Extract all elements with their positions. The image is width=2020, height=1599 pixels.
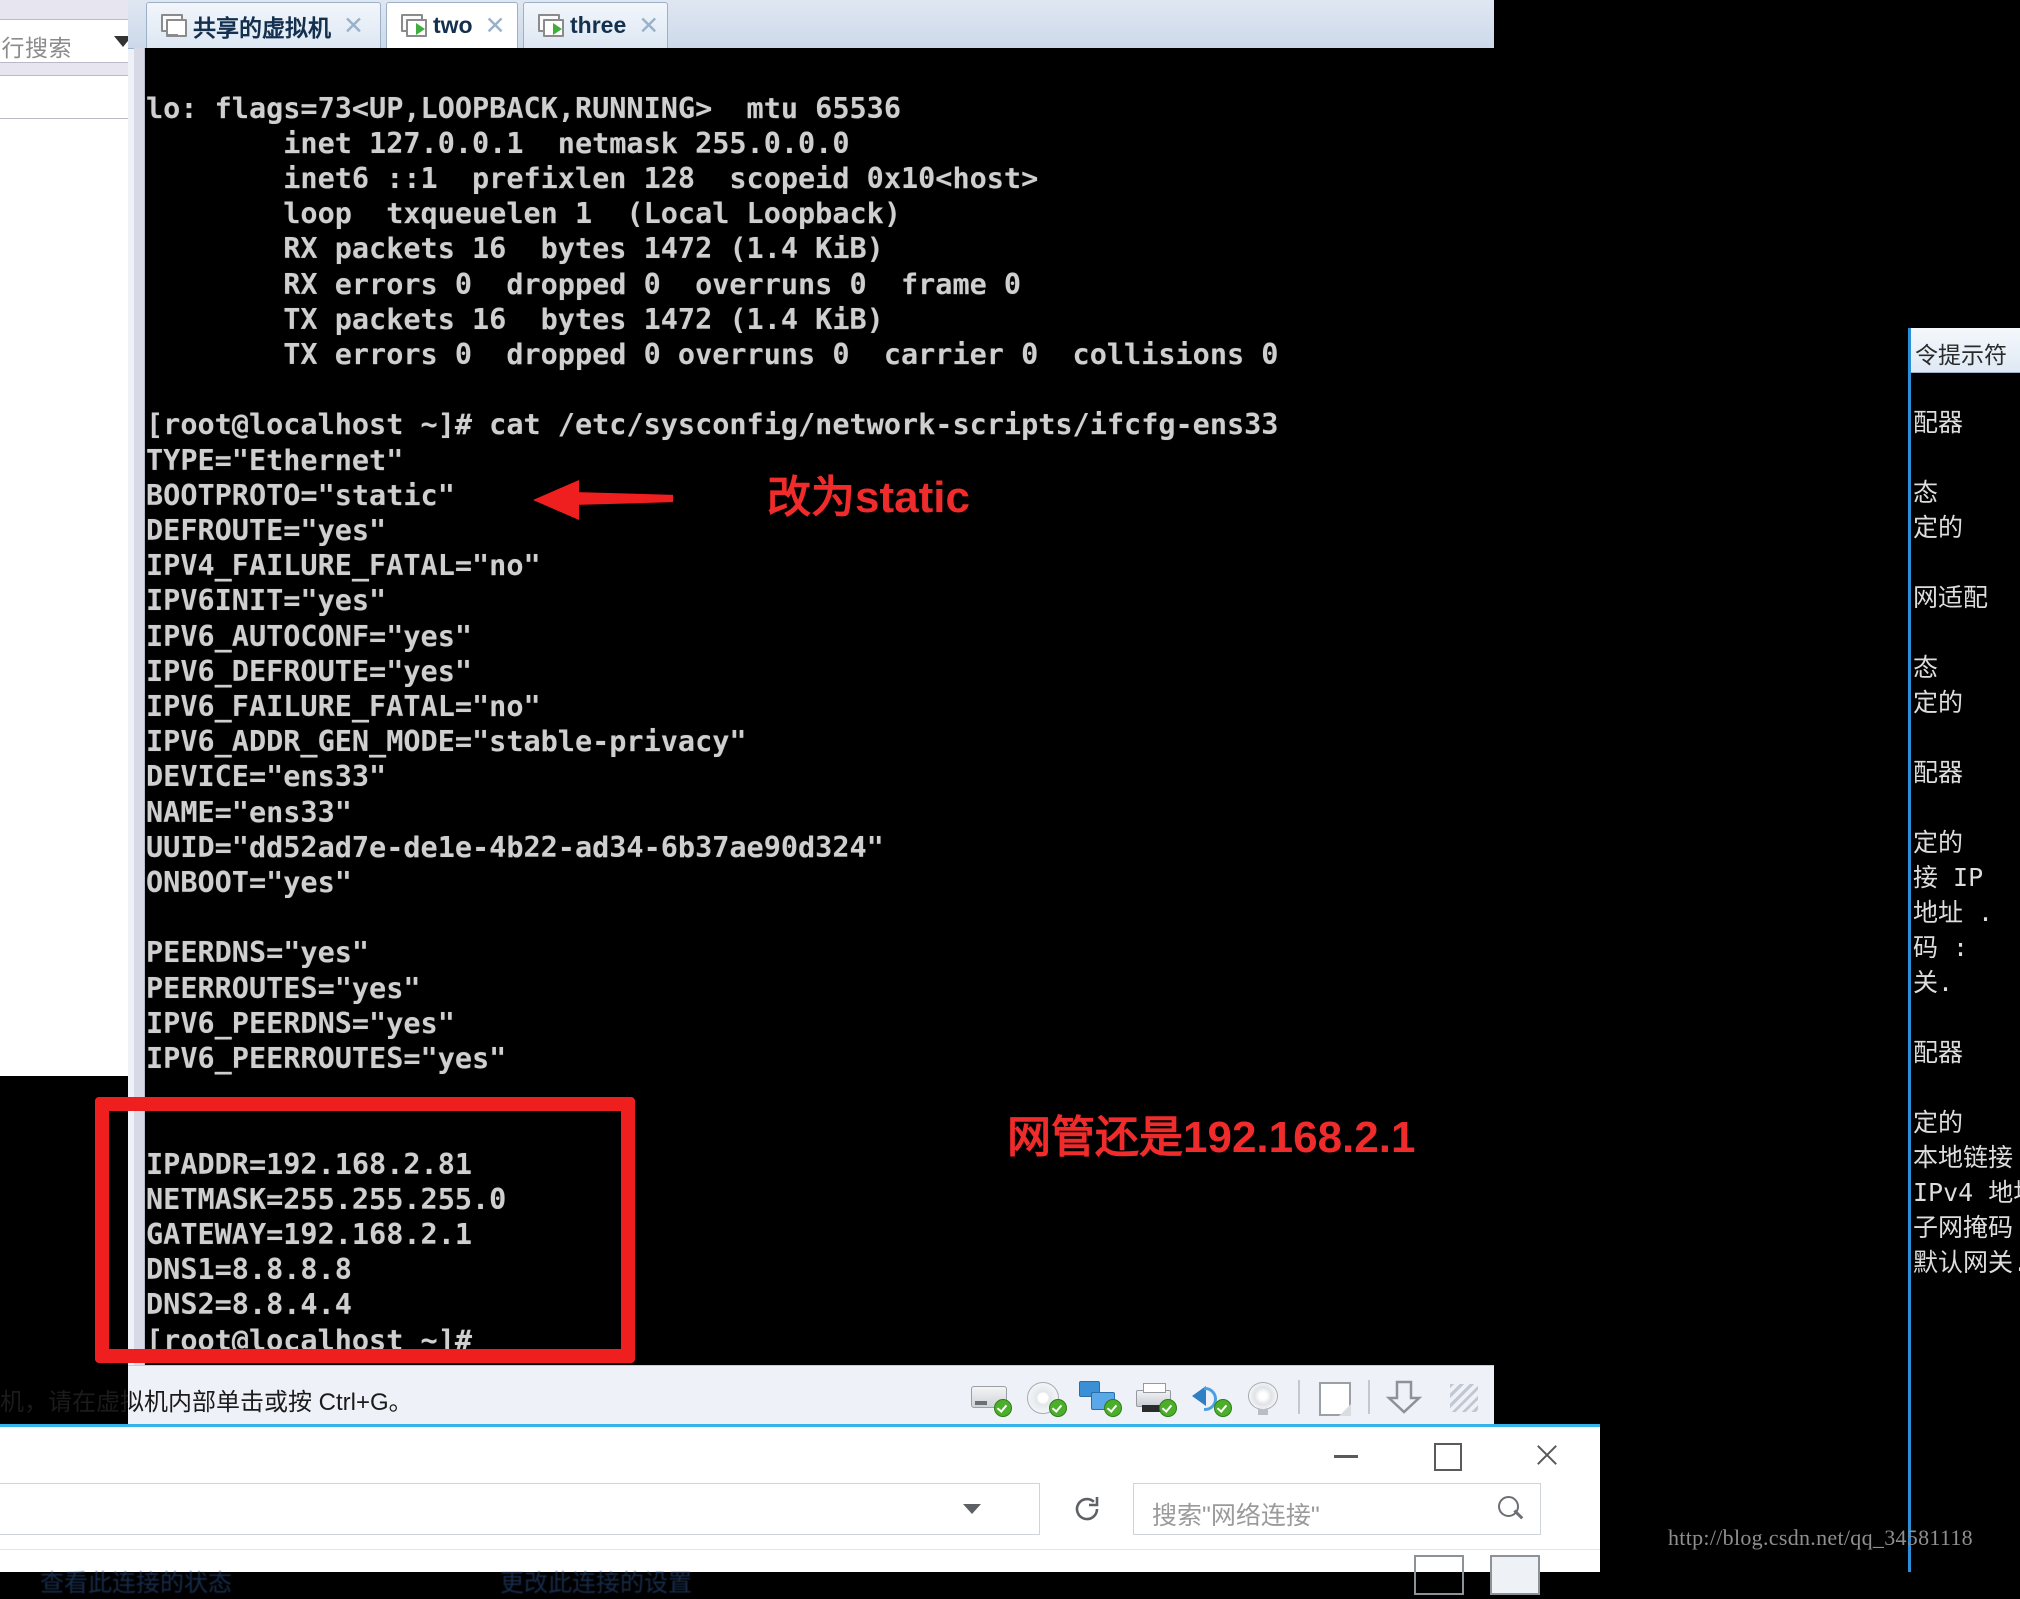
left-arrow-annotation <box>533 480 673 520</box>
shared-vm-icon <box>157 11 187 41</box>
webcam-icon[interactable] <box>1243 1378 1285 1416</box>
vm-running-icon <box>397 11 427 41</box>
tab-label: 共享的虚拟机 <box>193 14 331 41</box>
vm-running-icon <box>534 11 564 41</box>
left-search-placeholder: 进行搜索 <box>0 35 72 61</box>
tab-close-icon[interactable]: ✕ <box>638 11 659 41</box>
ip-settings-highlight-box <box>95 1097 635 1363</box>
chevron-down-icon[interactable] <box>963 1504 981 1514</box>
watermark: http://blog.csdn.net/qq_34581118 <box>1668 1525 1973 1550</box>
task-link-change-settings[interactable]: 更改此连接的设置 <box>500 1563 692 1598</box>
cd-dvd-icon[interactable] <box>1023 1378 1067 1417</box>
cmd-window-title: 令提示符 <box>1915 342 2007 368</box>
explorer-window: 搜索"网络连接" 查看此连接的状态 更改此连接的设置 <box>0 1424 1600 1597</box>
status-message: 机，请在虚拟机内部单击或按 Ctrl+G。 <box>0 1389 413 1416</box>
printer-icon[interactable] <box>1133 1378 1177 1417</box>
refresh-icon[interactable] <box>1065 1487 1109 1531</box>
search-input[interactable]: 搜索"网络连接" <box>1133 1483 1541 1535</box>
search-icon[interactable] <box>1496 1495 1524 1523</box>
minimize-button[interactable] <box>1298 1433 1394 1475</box>
maximize-button[interactable] <box>1398 1433 1494 1475</box>
cmd-output: 配器 态 定的 网适配 态 定的 配器 定的 接 IP 地址 . 码 : 关. … <box>1913 408 2020 1277</box>
annotation-gateway-note: 网管还是192.168.2.1 <box>1007 1113 1416 1162</box>
tab-shared-vms[interactable]: 共享的虚拟机 ✕ <box>146 2 381 48</box>
tab-three[interactable]: three ✕ <box>523 2 668 48</box>
large-icons-view-icon[interactable] <box>1490 1555 1540 1595</box>
tray-divider <box>1368 1380 1370 1414</box>
cmd-window-backdrop <box>1908 0 2020 328</box>
cmd-window[interactable]: 令提示符 配器 态 定的 网适配 态 定的 配器 定的 接 IP 地址 . 码 … <box>1908 328 2020 1572</box>
cmd-title-bar: 令提示符 <box>1911 328 2020 373</box>
resize-grip-icon[interactable] <box>1438 1378 1480 1416</box>
vmware-status-bar: 机，请在虚拟机内部单击或按 Ctrl+G。 <box>0 1365 1494 1428</box>
tab-label: three <box>570 12 627 38</box>
sound-card-icon[interactable] <box>1188 1378 1232 1417</box>
explorer-view-buttons <box>1330 1555 1560 1595</box>
hard-disk-icon[interactable] <box>968 1378 1012 1417</box>
annotation-change-to-static: 改为static <box>767 473 970 522</box>
close-button[interactable] <box>1498 1433 1594 1475</box>
network-adapter-icon[interactable] <box>1078 1378 1122 1417</box>
download-arrow-icon[interactable] <box>1383 1378 1425 1416</box>
vm-tab-strip: 共享的虚拟机 ✕ two ✕ three ✕ <box>128 0 1494 49</box>
task-link-view-status[interactable]: 查看此连接的状态 <box>40 1563 232 1598</box>
device-status-tray <box>968 1374 1480 1420</box>
window-controls <box>1294 1429 1594 1477</box>
explorer-toolbar: 搜索"网络连接" <box>0 1483 1600 1539</box>
tab-label: two <box>433 12 473 38</box>
left-secondary-field[interactable] <box>0 75 143 119</box>
tab-close-icon[interactable]: ✕ <box>343 11 364 41</box>
document-icon[interactable] <box>1313 1378 1355 1416</box>
left-panel-background <box>0 96 128 1076</box>
search-placeholder: 搜索"网络连接" <box>1152 1502 1320 1530</box>
details-view-icon[interactable] <box>1414 1555 1464 1595</box>
tab-two[interactable]: two ✕ <box>386 2 518 48</box>
left-search-input[interactable]: 进行搜索 <box>0 19 143 63</box>
address-bar[interactable] <box>0 1483 1040 1535</box>
screen-root: ✕ 进行搜索 共享的虚拟机 ✕ two ✕ <box>0 0 2020 1597</box>
tab-close-icon[interactable]: ✕ <box>485 11 506 41</box>
tray-divider <box>1298 1380 1300 1414</box>
explorer-divider <box>0 1549 1600 1550</box>
